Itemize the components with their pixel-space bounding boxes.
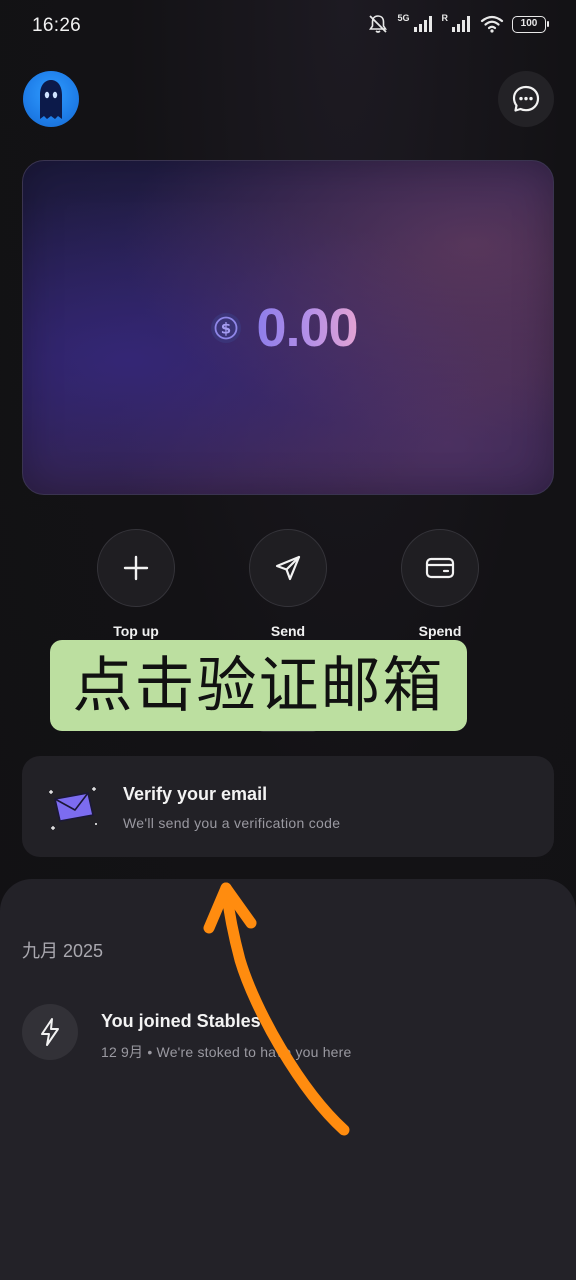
activity-item-title[interactable]: You joined Stables [101,1011,261,1032]
balance-amount: 0.00 [256,297,358,358]
send-button[interactable] [249,529,327,607]
top-up-button[interactable] [97,529,175,607]
activity-item-icon [22,1004,78,1060]
status-time: 16:26 [32,15,82,36]
balance-row: $ 0.00 [23,161,553,494]
paper-plane-icon [275,555,301,581]
avatar[interactable] [23,71,79,127]
overlay-instruction-text: 点击验证邮箱 [72,650,445,721]
top-up-action[interactable]: Top up [96,529,176,639]
spend-button[interactable] [401,529,479,607]
send-action[interactable]: Send [248,529,328,639]
signal-icon-2 [452,16,470,32]
activity-date-header: 九月 2025 [22,941,104,961]
lightning-icon [41,1018,59,1046]
spend-label: Spend [418,623,462,639]
verify-email-subtitle: We'll send you a verification code [123,815,341,831]
battery-indicator: 100 [512,15,549,33]
status-bar: 16:26 5G R 100 [0,0,576,54]
mute-icon [369,15,388,33]
envelope-icon [49,787,97,830]
balance-card[interactable]: $ 0.00 [22,160,554,495]
spend-action[interactable]: Spend [400,529,480,639]
card-icon [425,557,455,579]
verify-email-title: Verify your email [123,784,268,804]
top-up-label: Top up [113,623,159,639]
wallet-home-screen: 16:26 5G R 100 $ 0.00 Top up Send Spend … [0,0,576,1280]
verify-email-card[interactable]: Verify your email We'll send you a verif… [22,756,554,857]
chat-bubble-icon [512,85,540,112]
activity-item-subtitle: 12 9月 • We're stoked to have you here [101,1044,352,1060]
status-icons: 5G R 100 [367,13,549,34]
svg-text:$: $ [221,319,231,337]
ghost-avatar-icon [40,80,62,119]
network-label-roaming: R [441,13,449,23]
chat-button[interactable] [498,71,554,127]
signal-icon [413,16,432,32]
overlay-instruction-banner: 点击验证邮箱 [50,640,467,731]
network-label-5g: 5G [397,13,410,23]
plus-icon [123,555,149,581]
send-label: Send [270,623,306,639]
wifi-icon [480,15,504,33]
usdc-dollar-icon: $ [211,312,242,343]
activity-sheet[interactable]: 九月 2025 You joined Stables 12 9月 • We're… [0,879,576,1280]
